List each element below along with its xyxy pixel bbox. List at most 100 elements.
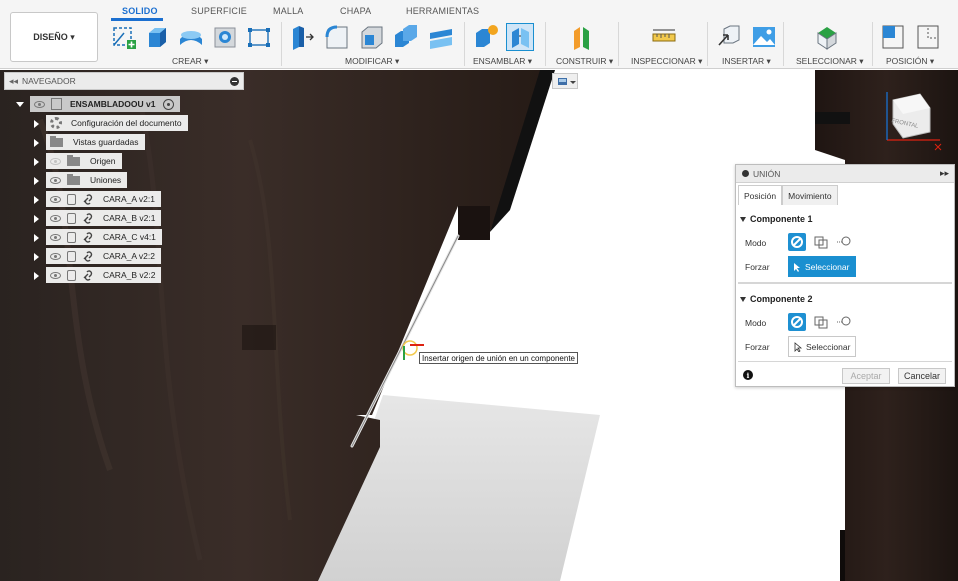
caret-right-icon[interactable] <box>32 195 40 204</box>
two-edge-intersection-button[interactable] <box>835 313 853 331</box>
select-icon[interactable] <box>813 23 841 51</box>
press-pull-icon[interactable] <box>288 23 316 51</box>
tab-solido[interactable]: SOLIDO <box>122 6 158 16</box>
visibility-eye-icon[interactable] <box>50 252 61 260</box>
collapse-left-icon[interactable]: ◂◂ <box>9 76 18 87</box>
visibility-eye-icon[interactable] <box>50 176 61 184</box>
tree-root[interactable]: ENSAMBLADOOU v1 <box>16 96 181 112</box>
tab-malla[interactable]: MALLA <box>273 6 304 16</box>
insert-derive-icon[interactable] <box>716 23 744 51</box>
between-two-faces-button[interactable] <box>812 313 830 331</box>
visibility-eye-icon[interactable] <box>50 233 61 241</box>
tree-item-pill[interactable]: CARA_A v2:2 <box>46 248 161 264</box>
group-select-label[interactable]: SELECCIONAR ▾ <box>796 56 864 67</box>
tree-item-saved-views[interactable]: Vistas guardadas <box>32 134 145 150</box>
caret-right-icon[interactable] <box>32 214 40 223</box>
visibility-eye-icon[interactable] <box>50 157 61 165</box>
workspace-dropdown[interactable]: DISEÑO ▾ <box>10 12 98 62</box>
collapse-triangle-icon[interactable] <box>740 296 746 302</box>
tab-superficie[interactable]: SUPERFICIE <box>191 6 247 16</box>
fillet-icon[interactable] <box>323 23 351 51</box>
caret-right-icon[interactable] <box>32 157 40 166</box>
group-inspect-label[interactable]: INSPECCIONAR ▾ <box>631 56 702 67</box>
visibility-eye-icon[interactable] <box>34 100 45 108</box>
tree-item-label: CARA_C v4:1 <box>103 232 156 242</box>
component1-mode-label: Modo <box>745 238 767 248</box>
info-icon[interactable]: i <box>743 370 753 380</box>
dialog-status-icon <box>742 170 749 177</box>
new-component-icon[interactable] <box>472 23 500 51</box>
group-assemble-label[interactable]: ENSAMBLAR ▾ <box>473 56 532 67</box>
collapse-triangle-icon[interactable] <box>740 216 746 222</box>
tree-item-origin[interactable]: Origen <box>32 153 122 169</box>
tree-item-pill[interactable]: Uniones <box>46 172 128 188</box>
component2-select-button[interactable]: Seleccionar <box>788 336 856 357</box>
tree-item-pill[interactable]: CARA_B v2:1 <box>46 210 162 226</box>
tree-item-component[interactable]: CARA_B v2:1 <box>32 210 162 226</box>
ok-button[interactable]: Aceptar <box>842 368 890 384</box>
tree-item-settings[interactable]: Configuración del documento <box>32 115 188 131</box>
between-two-faces-button[interactable] <box>812 233 830 251</box>
tree-item-component[interactable]: CARA_A v2:2 <box>32 248 161 264</box>
joint-dialog-header[interactable]: UNIÓN ▸▸ <box>736 165 954 183</box>
tree-item-pill[interactable]: Configuración del documento <box>46 115 188 131</box>
minimize-icon[interactable] <box>230 77 239 86</box>
snap-mode-button[interactable] <box>788 233 806 251</box>
component2-section[interactable]: Componente 2 <box>740 294 813 304</box>
shell-icon[interactable] <box>358 23 386 51</box>
bounding-box-icon[interactable] <box>245 23 273 51</box>
caret-right-icon[interactable] <box>32 233 40 242</box>
caret-right-icon[interactable] <box>32 271 40 280</box>
activate-radio-icon[interactable] <box>163 98 175 110</box>
joint-icon[interactable] <box>506 23 534 51</box>
group-insert-label[interactable]: INSERTAR ▾ <box>722 56 771 67</box>
tree-item-pill[interactable]: CARA_C v4:1 <box>46 229 162 245</box>
tab-herramientas[interactable]: HERRAMIENTAS <box>406 6 479 16</box>
insert-canvas-icon[interactable] <box>750 23 778 51</box>
hole-icon[interactable] <box>211 23 239 51</box>
tree-item-pill[interactable]: CARA_A v2:1 <box>46 191 161 207</box>
tree-item-joints[interactable]: Uniones <box>32 172 128 188</box>
tree-item-pill[interactable]: CARA_B v2:2 <box>46 267 162 283</box>
tree-item-pill[interactable]: Vistas guardadas <box>46 134 145 150</box>
combine-icon[interactable] <box>392 23 420 51</box>
visibility-eye-icon[interactable] <box>50 195 61 203</box>
construct-plane-icon[interactable] <box>568 23 596 51</box>
snap-mode-button[interactable] <box>788 313 806 331</box>
capture-position-icon[interactable] <box>880 23 908 51</box>
tree-item-component[interactable]: CARA_C v4:1 <box>32 229 162 245</box>
measure-icon[interactable] <box>650 23 678 51</box>
cancel-button[interactable]: Cancelar <box>898 368 946 384</box>
extrude-icon[interactable] <box>143 23 171 51</box>
revert-position-icon[interactable] <box>915 23 943 51</box>
tab-chapa[interactable]: CHAPA <box>340 6 371 16</box>
caret-down-icon[interactable] <box>16 100 24 109</box>
caret-right-icon[interactable] <box>32 138 40 147</box>
create-sketch-icon[interactable] <box>110 23 138 51</box>
component1-section[interactable]: Componente 1 <box>740 214 813 224</box>
revolve-icon[interactable] <box>177 23 205 51</box>
caret-right-icon[interactable] <box>32 119 40 128</box>
caret-right-icon[interactable] <box>32 252 40 261</box>
tree-item-component[interactable]: CARA_B v2:2 <box>32 267 162 283</box>
group-modify-label[interactable]: MODIFICAR ▾ <box>345 56 399 67</box>
component-icon <box>67 212 76 224</box>
caret-right-icon[interactable] <box>32 176 40 185</box>
component1-select-button[interactable]: Seleccionar <box>788 256 856 277</box>
tab-motion[interactable]: Movimiento <box>782 185 838 205</box>
navigator-header[interactable]: ◂◂ NAVEGADOR <box>4 72 244 90</box>
two-edge-intersection-button[interactable] <box>835 233 853 251</box>
tree-item-label: CARA_A v2:1 <box>103 194 155 204</box>
group-position-label[interactable]: POSICIÓN ▾ <box>886 56 934 67</box>
tab-position[interactable]: Posición <box>738 185 783 205</box>
split-body-icon[interactable] <box>427 23 455 51</box>
tree-item-pill[interactable]: Origen <box>46 153 122 169</box>
visibility-eye-icon[interactable] <box>50 214 61 222</box>
visibility-eye-icon[interactable] <box>50 271 61 279</box>
expand-icon[interactable]: ▸▸ <box>940 168 949 179</box>
group-construct-label[interactable]: CONSTRUIR ▾ <box>556 56 613 67</box>
group-create-label[interactable]: CREAR ▾ <box>172 56 208 67</box>
tree-root-pill[interactable]: ENSAMBLADOOU v1 <box>30 96 181 112</box>
tree-item-component[interactable]: CARA_A v2:1 <box>32 191 161 207</box>
display-settings-control[interactable] <box>552 73 578 89</box>
